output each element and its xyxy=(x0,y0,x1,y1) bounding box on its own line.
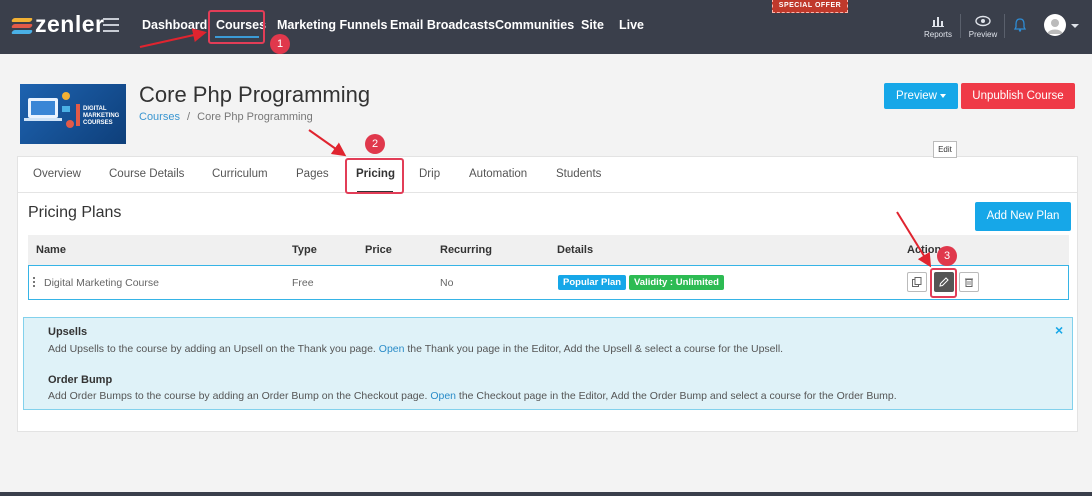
arrow-3 xyxy=(896,211,932,268)
step-badge-3: 3 xyxy=(937,246,957,266)
step-badge-1: 1 xyxy=(270,34,290,54)
step-badge-2: 2 xyxy=(365,134,385,154)
arrow-1 xyxy=(139,28,207,48)
highlight-courses xyxy=(208,10,265,44)
arrow-2 xyxy=(308,129,347,157)
annotation-arrows xyxy=(139,28,932,268)
highlight-pricing-tab xyxy=(345,158,404,194)
highlight-edit-button xyxy=(930,268,957,298)
